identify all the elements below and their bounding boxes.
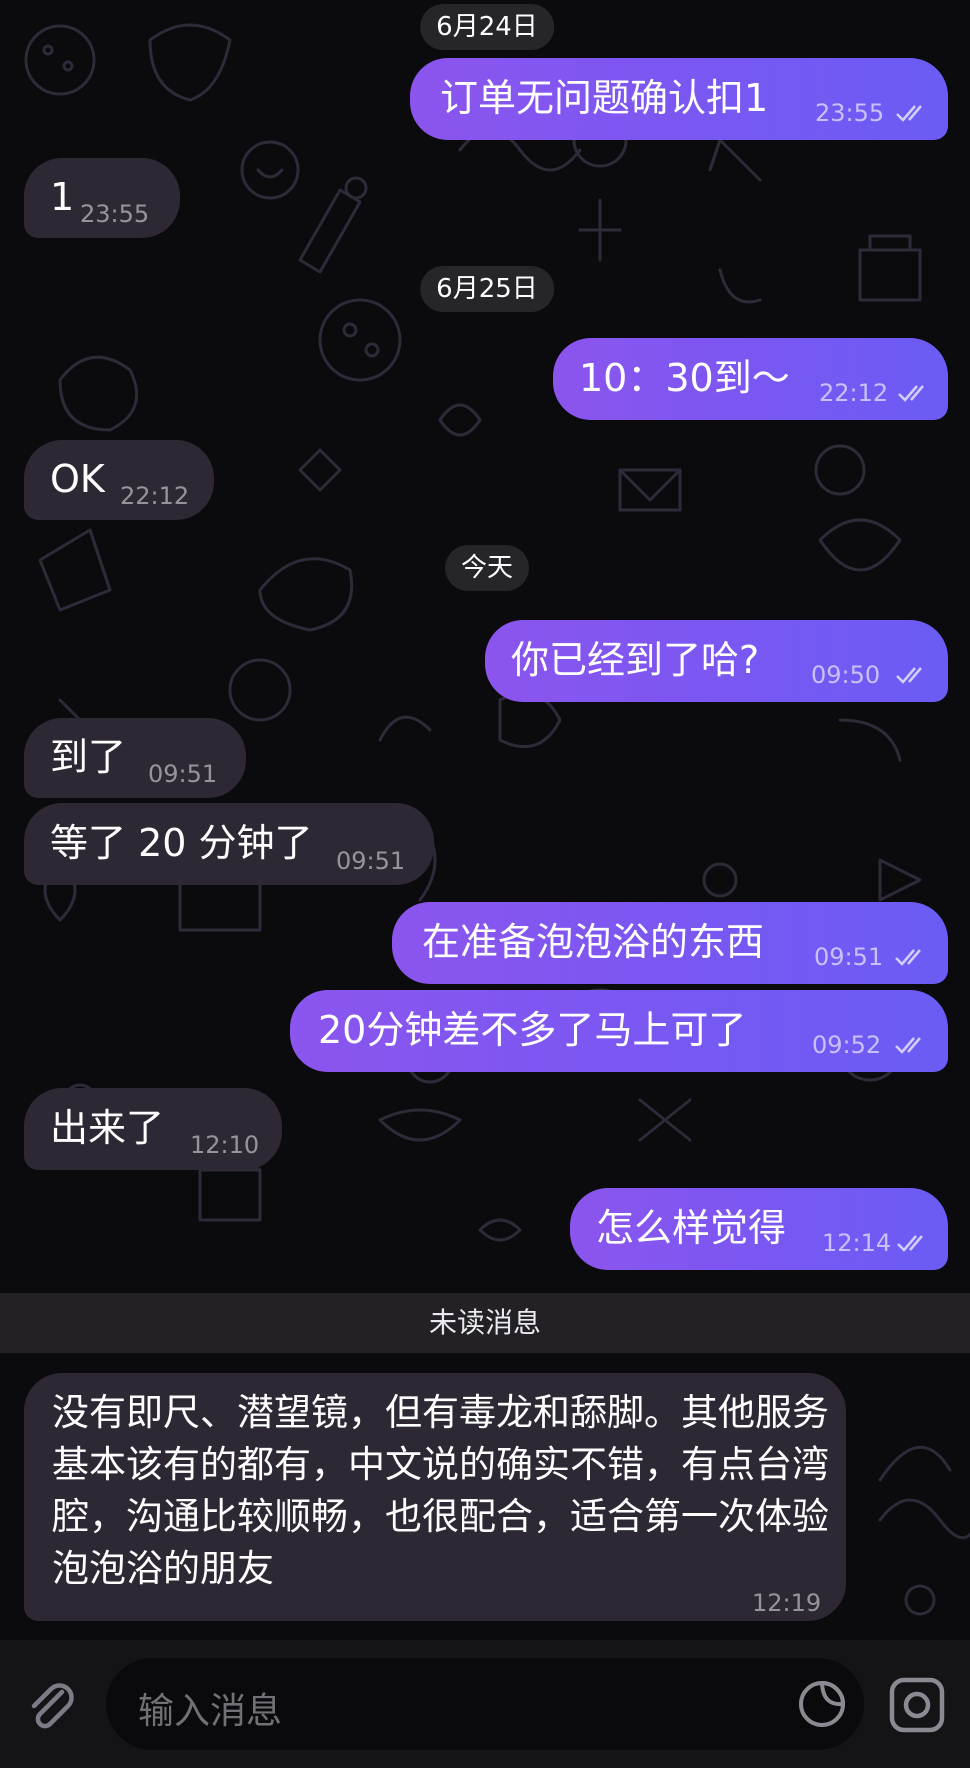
double-check-icon	[898, 385, 924, 402]
date-separator: 6月25日	[420, 266, 554, 312]
message-text: 订单无问题确认扣1	[440, 76, 769, 121]
message-text: 没有即尺、潜望镜，但有毒龙和舔脚。其他服务基本该有的都有，中文说的确实不错，有点…	[52, 1391, 829, 1590]
outgoing-message[interactable]: 怎么样觉得 12:14	[570, 1188, 948, 1270]
message-text: 20分钟差不多了马上可了	[318, 1008, 747, 1053]
message-text: 在准备泡泡浴的东西	[422, 920, 765, 965]
message-time: 09:52	[812, 1031, 882, 1059]
double-check-icon	[895, 949, 921, 966]
outgoing-message[interactable]: 20分钟差不多了马上可了 09:52	[290, 990, 948, 1072]
message-text: 等了 20 分钟了	[50, 821, 313, 866]
message-text: OK	[50, 457, 105, 502]
date-separator: 6月24日	[420, 4, 554, 50]
double-check-icon	[897, 1235, 923, 1252]
message-text: 怎么样觉得	[596, 1206, 787, 1251]
message-text: 1	[50, 175, 75, 220]
outgoing-message[interactable]: 订单无问题确认扣1 23:55	[410, 58, 948, 140]
message-input-bar: 输入消息	[0, 1640, 970, 1768]
incoming-message[interactable]: 出来了 12:10	[24, 1088, 282, 1170]
double-check-icon	[896, 105, 922, 122]
date-separator: 今天	[444, 545, 530, 591]
sticker-icon[interactable]	[794, 1676, 850, 1732]
message-time: 23:55	[815, 99, 885, 127]
incoming-message[interactable]: 到了 09:51	[24, 718, 246, 798]
message-time: 22:12	[819, 379, 889, 407]
message-time: 12:10	[190, 1131, 260, 1159]
message-input[interactable]: 输入消息	[106, 1658, 864, 1750]
message-text: 10：30到～	[579, 356, 790, 401]
message-time: 09:51	[814, 943, 884, 971]
double-check-icon	[896, 667, 922, 684]
input-placeholder: 输入消息	[138, 1691, 283, 1732]
outgoing-message[interactable]: 10：30到～ 22:12	[553, 338, 948, 420]
message-time: 23:55	[80, 200, 150, 228]
paperclip-icon[interactable]	[22, 1676, 80, 1734]
outgoing-message[interactable]: 在准备泡泡浴的东西 09:51	[392, 902, 948, 984]
message-time: 12:14	[822, 1229, 892, 1257]
camera-icon[interactable]	[886, 1674, 948, 1736]
double-check-icon	[895, 1037, 921, 1054]
outgoing-message[interactable]: 你已经到了哈? 09:50	[485, 620, 948, 702]
incoming-message[interactable]: 1 23:55	[24, 158, 180, 238]
incoming-message[interactable]: OK 22:12	[24, 440, 214, 520]
incoming-message[interactable]: 没有即尺、潜望镜，但有毒龙和舔脚。其他服务基本该有的都有，中文说的确实不错，有点…	[24, 1373, 846, 1621]
message-time: 09:50	[811, 661, 881, 689]
message-time: 09:51	[336, 847, 406, 875]
message-time: 09:51	[148, 760, 218, 788]
message-text: 出来了	[50, 1106, 165, 1151]
message-text: 到了	[50, 735, 127, 780]
unread-messages-divider: 未读消息	[0, 1293, 970, 1353]
message-text: 你已经到了哈?	[511, 638, 760, 683]
message-time: 22:12	[120, 482, 190, 510]
incoming-message[interactable]: 等了 20 分钟了 09:51	[24, 803, 434, 885]
message-time: 12:19	[752, 1589, 822, 1617]
